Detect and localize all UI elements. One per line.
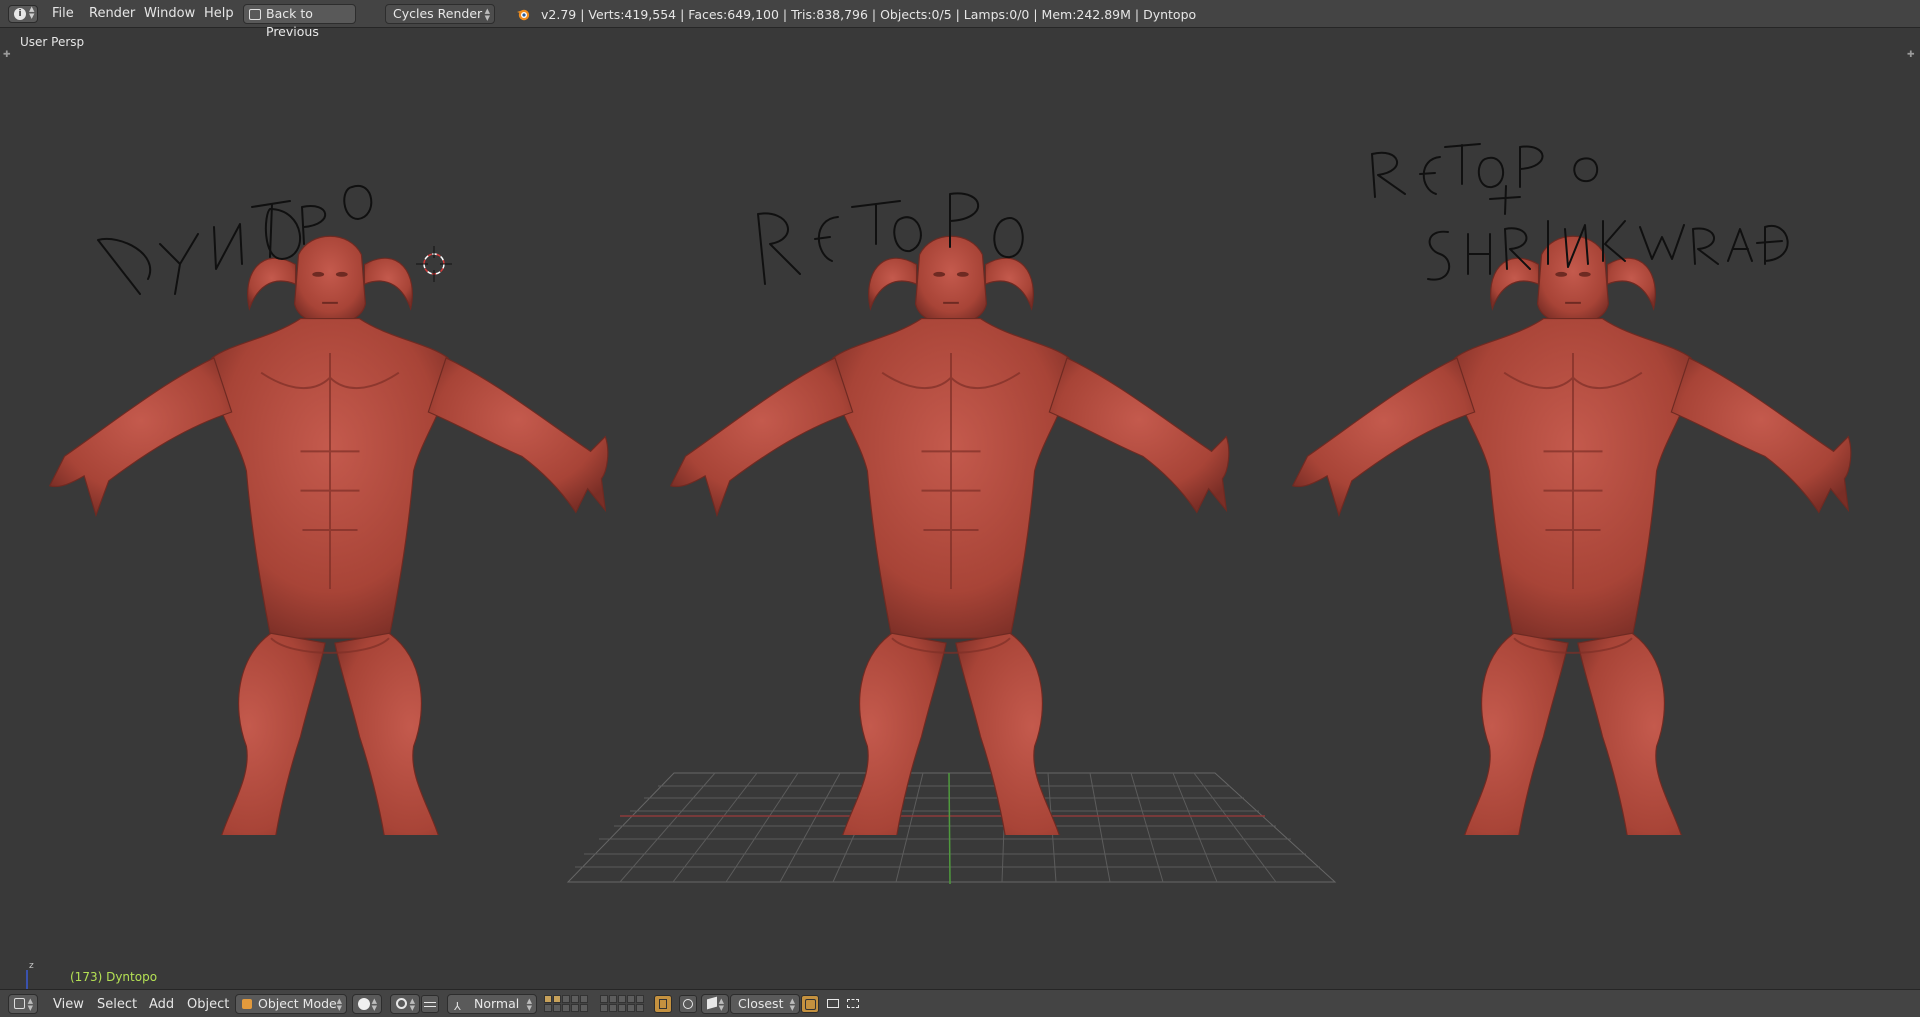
retopo-shrinkwrap-model: [1291, 235, 1852, 835]
menu-view[interactable]: View: [53, 997, 84, 1012]
opengl-render-button[interactable]: [801, 995, 819, 1013]
render-engine-label: Cycles Render: [393, 6, 483, 21]
render-animation-icon: [847, 999, 859, 1008]
snap-target-dropdown[interactable]: Closest ▲ ▼: [730, 994, 800, 1014]
3d-view-header: ▲ ▼ View Select Add Object Object Mode ▲ ▼…: [0, 989, 1920, 1017]
menu-object[interactable]: Object: [187, 997, 229, 1012]
render-engine-dropdown[interactable]: Cycles Render ▲ ▼: [385, 4, 495, 24]
viewport-shading-dropdown[interactable]: ▲ ▼: [352, 994, 382, 1014]
editor-type-selector[interactable]: ▲ ▼: [8, 994, 38, 1014]
chevron-updown-icon: ▲ ▼: [27, 997, 33, 1012]
scene-statistics: v2.79 | Verts:419,554 | Faces:649,100 | …: [541, 7, 1197, 22]
menu-window[interactable]: Window: [144, 6, 195, 21]
pivot-point-icon: [396, 998, 407, 1009]
proportional-edit-button[interactable]: [679, 995, 697, 1013]
editor-type-selector[interactable]: i ▲ ▼: [8, 5, 38, 23]
snap-target-label: Closest: [738, 996, 784, 1011]
interaction-mode-dropdown[interactable]: Object Mode ▲ ▼: [235, 994, 347, 1014]
scene-layers-group-a[interactable]: [544, 995, 588, 1012]
chevron-updown-icon: ▲ ▼: [526, 997, 532, 1012]
menu-file[interactable]: File: [52, 6, 74, 21]
info-icon: i: [14, 8, 26, 20]
transform-orientation-label: Normal: [474, 996, 520, 1011]
chevron-updown-icon: ▲ ▼: [29, 5, 35, 20]
viewport-canvas: z y: [26, 143, 1852, 989]
back-to-previous-button[interactable]: Back to Previous: [243, 4, 356, 39]
info-header: i ▲ ▼ File Render Window Help Back to Pre…: [0, 0, 1920, 39]
snap-element-icon: [707, 996, 717, 1010]
manipulator-toggle-button[interactable]: [421, 995, 439, 1013]
chevron-updown-icon: ▲ ▼: [371, 997, 377, 1012]
object-mode-icon: [242, 999, 252, 1009]
transform-orientation-dropdown[interactable]: ⅄ Normal ▲ ▼: [447, 994, 537, 1014]
menu-select[interactable]: Select: [97, 997, 137, 1012]
3d-view-icon: [14, 998, 25, 1009]
chevron-updown-icon: ▲ ▼: [789, 997, 795, 1012]
retopo-model: [669, 235, 1230, 835]
floor-grid: [566, 772, 1337, 883]
svg-text:z: z: [29, 961, 34, 971]
dyntopo-model: [48, 235, 609, 835]
blender-logo-icon: [517, 9, 530, 21]
chevron-updown-icon: ▲ ▼: [409, 997, 415, 1012]
solid-shading-icon: [358, 998, 370, 1010]
chevron-updown-icon: ▲ ▼: [718, 997, 724, 1012]
render-animation-button[interactable]: [845, 995, 863, 1013]
screen-back-icon: [249, 9, 261, 20]
menu-add[interactable]: Add: [149, 997, 174, 1012]
interaction-mode-label: Object Mode: [258, 996, 337, 1011]
lock-icon: [659, 999, 667, 1009]
active-object-label: (173) Dyntopo: [70, 970, 158, 984]
camera-render-icon: [805, 999, 816, 1010]
3d-cursor-icon: [416, 246, 452, 282]
chevron-updown-icon: ▲ ▼: [484, 7, 490, 22]
view-axis-gizmo: z y: [26, 961, 60, 989]
manipulator-icon: [424, 1002, 436, 1007]
menu-render[interactable]: Render: [89, 6, 135, 21]
lock-to-camera-button[interactable]: [654, 995, 672, 1013]
render-still-button[interactable]: [825, 995, 843, 1013]
render-still-icon: [827, 999, 839, 1008]
pivot-point-dropdown[interactable]: ▲ ▼: [390, 994, 420, 1014]
chevron-updown-icon: ▲ ▼: [336, 997, 342, 1012]
y-axis-line: [948, 772, 951, 885]
scene-layers-group-b[interactable]: [600, 995, 644, 1012]
orientation-icon: ⅄: [454, 1000, 461, 1013]
proportional-edit-icon: [683, 999, 693, 1009]
menu-help[interactable]: Help: [204, 6, 234, 21]
snap-element-dropdown[interactable]: ▲ ▼: [701, 994, 729, 1014]
3d-viewport[interactable]: User Persp ✚ ✚ z (173) Dyntopo: [0, 29, 1920, 989]
